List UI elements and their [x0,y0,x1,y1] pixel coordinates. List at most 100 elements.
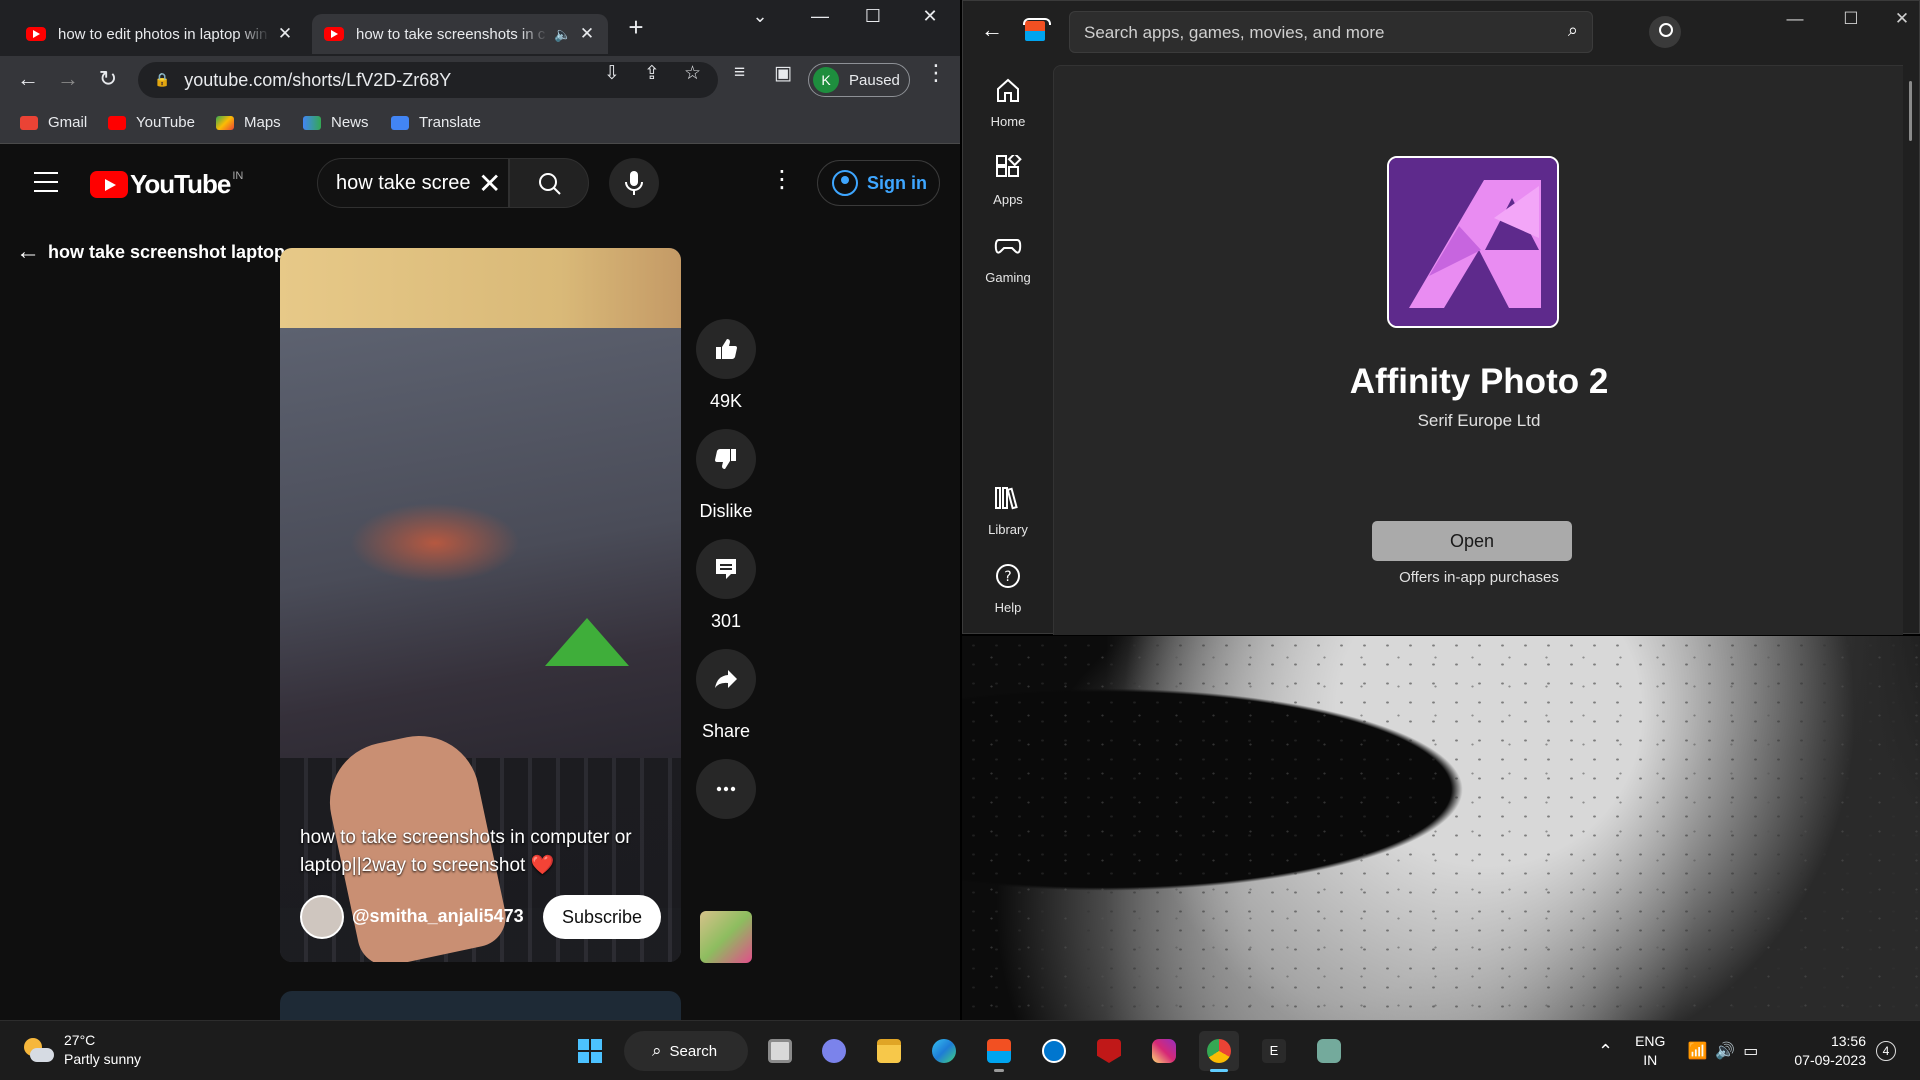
dell-button[interactable] [1034,1031,1074,1071]
maximize-button[interactable]: ☐ [853,6,893,27]
teams-chat-button[interactable] [814,1031,854,1071]
bookmark-news[interactable]: News [303,114,369,131]
nav-apps[interactable]: Apps [963,152,1053,207]
store-taskbar-button[interactable] [979,1031,1019,1072]
nav-help[interactable]: ? Help [963,563,1053,615]
minimize-button[interactable]: — [1775,9,1815,29]
epic-button[interactable]: E [1254,1031,1294,1071]
comments-button[interactable]: 301 [696,539,756,632]
file-explorer-button[interactable] [869,1031,909,1071]
notification-badge[interactable]: 4 [1876,1041,1896,1061]
shorts-back-link[interactable]: ← how take screenshot laptop [16,238,285,266]
back-arrow-icon: ← [16,238,40,265]
task-view-button[interactable] [760,1031,800,1071]
affinity-photo-icon [1387,156,1559,328]
audio-playing-icon[interactable]: 🔈 [554,26,572,43]
tab-edit-photos[interactable]: how to edit photos in laptop win ✕ [14,14,306,54]
next-short-preview[interactable] [280,991,681,1020]
mcafee-button[interactable] [1089,1031,1129,1071]
chatgpt-button[interactable] [1309,1031,1349,1071]
settings-more-icon[interactable]: ⋮ [770,165,794,194]
open-button[interactable]: Open [1372,521,1572,561]
nav-home[interactable]: Home [963,77,1053,129]
more-actions-button[interactable] [696,759,756,819]
search-input[interactable]: how take screenshot laptop ✕ [317,158,509,208]
search-icon [539,173,561,195]
bookmark-star-icon[interactable]: ☆ [684,62,701,85]
voice-search-button[interactable] [609,158,659,208]
clear-search-icon[interactable]: ✕ [478,167,501,200]
volume-icon[interactable]: 🔊 [1715,1041,1735,1061]
search-query[interactable]: how take screenshot laptop [336,172,471,195]
start-button[interactable] [570,1031,610,1071]
tab-take-screenshots[interactable]: how to take screenshots in c 🔈 ✕ [312,14,608,54]
search-button[interactable] [509,158,589,208]
nav-library[interactable]: Library [963,485,1053,537]
store-logo-icon [1023,18,1051,41]
scrollbar[interactable] [1909,81,1912,141]
bookmark-youtube[interactable]: YouTube [108,114,195,131]
share-arrow-icon [715,670,737,688]
nav-gaming[interactable]: Gaming [963,233,1053,285]
search-icon[interactable]: ⌕ [1568,20,1578,41]
like-button[interactable]: 49K [696,319,756,412]
tab-close-icon[interactable]: ✕ [276,24,294,44]
hamburger-menu-icon[interactable] [34,172,58,192]
taskbar-search[interactable]: ⌕ Search [624,1031,748,1071]
youtube-favicon-icon [26,27,46,41]
clock[interactable]: 13:56 07-09-2023 [1780,1032,1866,1070]
install-app-icon[interactable]: ⇩ [604,62,620,85]
share-icon[interactable]: ⇪ [644,62,660,85]
close-window-button[interactable]: ✕ [910,6,950,27]
short-video-player[interactable]: how to take screenshots in computer or l… [280,248,681,962]
bookmark-maps[interactable]: Maps [216,114,281,131]
media-control-icon[interactable]: ≡ [734,62,745,84]
back-arrow-icon[interactable]: ← [981,17,1003,43]
bookmark-gmail[interactable]: Gmail [20,114,87,131]
partly-sunny-icon [22,1036,54,1064]
close-window-button[interactable]: ✕ [1887,9,1917,29]
sign-in-button[interactable]: Sign in [817,160,940,206]
tab-title: how to edit photos in laptop win [58,25,268,43]
publisher-link[interactable]: Serif Europe Ltd [1054,411,1904,431]
tab-search-chevron-icon[interactable]: ⌄ [740,6,780,27]
gaming-icon [994,239,1022,254]
channel-name[interactable]: @smitha_anjali5473 [352,906,524,927]
reload-button[interactable]: ↻ [92,64,124,96]
account-icon[interactable] [1649,16,1681,48]
maximize-button[interactable]: ☐ [1831,9,1871,29]
url-text[interactable]: youtube.com/shorts/LfV2D-Zr68Y [184,70,451,91]
bookmark-translate[interactable]: Translate [391,114,481,131]
sound-thumbnail[interactable] [700,911,752,963]
chrome-menu-icon[interactable]: ⋮ [925,60,947,86]
address-bar[interactable]: 🔒 youtube.com/shorts/LfV2D-Zr68Y [138,62,718,98]
side-panel-icon[interactable]: ▣ [774,62,792,85]
gmail-icon [20,115,38,130]
store-search-input[interactable]: Search apps, games, movies, and more ⌕ [1069,11,1593,53]
dislike-button[interactable]: Dislike [696,429,756,522]
lock-icon[interactable]: 🔒 [154,72,170,88]
bookmarks-bar: Gmail YouTube Maps News Translate [0,104,960,144]
subscribe-button[interactable]: Subscribe [543,895,661,939]
wifi-icon[interactable]: 📶 [1687,1041,1707,1061]
channel-avatar[interactable] [300,895,344,939]
news-icon [303,115,321,130]
chrome-taskbar-button[interactable] [1199,1031,1239,1072]
edge-button[interactable] [924,1031,964,1071]
new-tab-button[interactable]: + [616,12,656,43]
windows-start-icon [578,1039,602,1063]
battery-icon[interactable]: ▭ [1743,1041,1758,1061]
input-language[interactable]: ENG IN [1635,1032,1665,1070]
chevron-up-icon[interactable]: ⌃ [1598,1041,1613,1062]
minimize-button[interactable]: — [800,6,840,27]
short-caption[interactable]: how to take screenshots in computer or l… [300,824,670,880]
folder-icon [877,1039,901,1063]
back-button[interactable]: ← [12,64,44,96]
instagram-button[interactable] [1144,1031,1184,1071]
weather-widget[interactable]: 27°C Partly sunny [22,1031,141,1069]
profile-button[interactable]: K Paused [808,63,910,97]
share-button[interactable]: Share [696,649,756,742]
forward-button[interactable]: → [52,64,84,96]
tab-close-icon[interactable]: ✕ [578,24,596,44]
youtube-logo[interactable]: YouTube IN [90,169,243,200]
